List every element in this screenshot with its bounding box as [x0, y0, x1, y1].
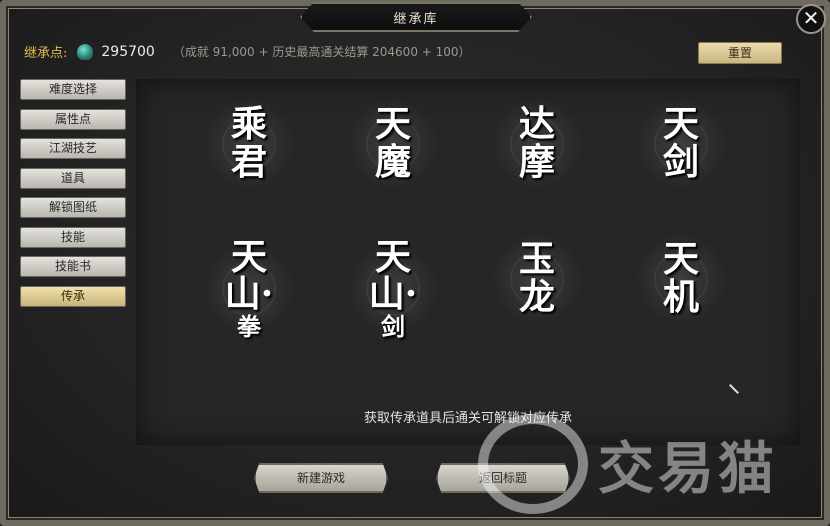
- window-title: 继承库: [393, 11, 439, 27]
- back-to-title-button[interactable]: 返回标题: [436, 463, 570, 493]
- reset-button[interactable]: 重置: [698, 42, 782, 64]
- heir-card-chengjun[interactable]: 乘 君: [204, 99, 294, 189]
- heir-name-line2: 摩: [518, 141, 555, 183]
- menu-item-items[interactable]: 道具: [20, 167, 126, 189]
- heir-name-line2: 魔: [374, 141, 411, 183]
- heir-card-tianmo[interactable]: 天 魔: [348, 99, 438, 189]
- gem-icon: [77, 43, 94, 60]
- menu-item-attributes[interactable]: 属性点: [20, 108, 126, 130]
- heir-name-line1: 天: [662, 238, 699, 281]
- menu-item-skills[interactable]: 技能: [20, 226, 126, 248]
- heir-name-line2: 君: [230, 141, 267, 183]
- heir-name-line2: 山·: [368, 273, 418, 316]
- heir-name-line1: 乘: [230, 103, 267, 146]
- heir-name-line1: 天: [374, 103, 411, 146]
- menu-item-inheritance[interactable]: 传承: [20, 285, 126, 307]
- heir-name-line3: 剑: [381, 312, 405, 342]
- heir-card-tianji[interactable]: 天 机: [636, 234, 726, 324]
- inherit-points-formula: （成就 91,000 + 历史最高通关结算 204600 + 100）: [172, 45, 471, 59]
- inheritance-panel: 乘 君 天 魔 达 摩 天 剑 天 山· 拳 天 山· 剑 玉 龙 天 机 获取…: [136, 79, 800, 445]
- heir-grid: 乘 君 天 魔 达 摩 天 剑 天 山· 拳 天 山· 剑 玉 龙 天 机: [136, 79, 800, 445]
- menu-item-difficulty[interactable]: 难度选择: [20, 79, 126, 100]
- category-menu: 难度选择 属性点 江湖技艺 道具 解锁图纸 技能 技能书 传承: [20, 79, 126, 315]
- heir-name-line1: 天: [374, 235, 411, 278]
- heir-card-tianshan-jian[interactable]: 天 山· 剑: [348, 229, 438, 349]
- close-icon[interactable]: ✕: [796, 4, 826, 34]
- heir-name-line1: 达: [518, 103, 555, 146]
- heir-name-line2: 山·: [224, 273, 274, 316]
- heir-card-damo[interactable]: 达 摩: [492, 99, 582, 189]
- inherit-points-value: 295700: [101, 43, 155, 60]
- menu-item-jianghu-skills[interactable]: 江湖技艺: [20, 138, 126, 159]
- inheritance-hint: 获取传承道具后通关可解锁对应传承: [363, 411, 572, 426]
- heir-name-line1: 天: [230, 235, 267, 278]
- heir-name-line1: 玉: [518, 238, 555, 281]
- heir-card-tianjian[interactable]: 天 剑: [636, 99, 726, 189]
- heir-name-line2: 剑: [662, 141, 699, 183]
- heir-name-line3: 拳: [237, 312, 261, 342]
- menu-item-skill-books[interactable]: 技能书: [20, 256, 126, 277]
- window-title-plate: 继承库: [300, 2, 532, 32]
- heir-name-line1: 天: [662, 103, 699, 146]
- heir-name-line2: 机: [662, 276, 699, 318]
- heir-card-tianshan-quan[interactable]: 天 山· 拳: [204, 229, 294, 349]
- menu-item-blueprints[interactable]: 解锁图纸: [20, 197, 126, 218]
- heir-card-yulong[interactable]: 玉 龙: [492, 234, 582, 324]
- heir-name-line2: 龙: [518, 276, 555, 318]
- inherit-points-row: 继承点: 295700 （成就 91,000 + 历史最高通关结算 204600…: [24, 42, 471, 61]
- new-game-button[interactable]: 新建游戏: [254, 463, 388, 493]
- inherit-points-label: 继承点:: [24, 46, 68, 61]
